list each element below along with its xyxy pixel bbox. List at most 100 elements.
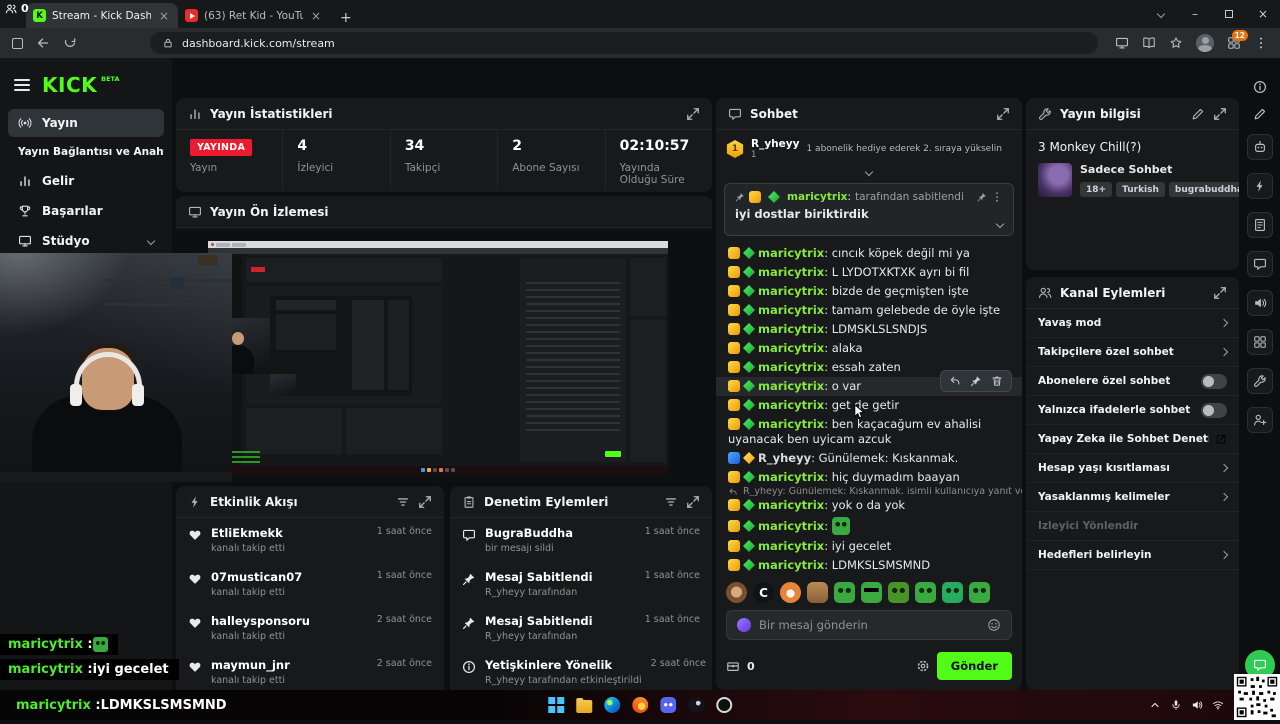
sidebar-item-achievements[interactable]: Başarılar — [8, 197, 164, 225]
layout-button[interactable] — [1247, 329, 1273, 355]
activity-item[interactable]: maymun_jnr kanalı takip etti 2 saat önce — [176, 650, 444, 694]
chat-username[interactable]: maricytrix — [758, 379, 832, 393]
file-explorer-icon[interactable] — [576, 700, 592, 713]
pin-icon[interactable] — [970, 375, 982, 387]
chat-message[interactable]: maricytrixbizde de geçmişten işte — [716, 282, 1022, 301]
new-tab-button[interactable]: + — [330, 10, 362, 28]
delete-icon[interactable] — [991, 375, 1003, 387]
capybara-emote[interactable] — [807, 582, 828, 603]
chat-message[interactable]: maricytrixLDMSKLSLSNDJS — [716, 320, 1022, 339]
browser-menu-icon[interactable] — [1254, 36, 1268, 50]
chat-username[interactable]: maricytrix — [758, 398, 832, 412]
tab-actions-icon[interactable] — [12, 34, 23, 53]
maximize-button[interactable] — [1212, 0, 1246, 28]
chat-message[interactable]: maricytrixget de getir — [716, 396, 1022, 415]
filter-icon[interactable] — [396, 495, 410, 509]
activity-item[interactable]: EtliEkmekk kanalı takip etti 1 saat önce — [176, 518, 444, 562]
pepe-emote-2[interactable] — [861, 582, 882, 603]
network-tray-icon[interactable] — [1212, 699, 1224, 711]
chat-username[interactable]: maricytrix — [758, 322, 832, 336]
back-icon[interactable] — [36, 36, 50, 50]
invite-button[interactable] — [1247, 407, 1273, 433]
chat-message[interactable]: maricytrixiyi gecelet — [716, 537, 1022, 556]
chat-username[interactable]: R_yheyy — [758, 451, 819, 465]
chat-username[interactable]: maricytrix — [758, 284, 832, 298]
tools-button[interactable] — [1247, 368, 1273, 394]
profile-avatar[interactable] — [1196, 34, 1214, 52]
action-banned-words[interactable]: Yasaklanmış kelimeler — [1026, 483, 1239, 512]
chat-message[interactable]: R_yheyyGünülemek: Kıskanmak. — [716, 449, 1022, 468]
volume-tray-icon[interactable] — [1191, 699, 1203, 711]
chat-username[interactable]: maricytrix — [758, 519, 832, 533]
close-window-button[interactable]: × — [1246, 0, 1280, 28]
expand-icon[interactable] — [686, 495, 700, 509]
chat-message[interactable]: maricytrixtamam gelebede de öyle işte — [716, 301, 1022, 320]
windows-start-button[interactable] — [548, 697, 564, 713]
moderation-item[interactable]: Mesaj Sabitlendi R_yheyy tarafından 1 sa… — [450, 562, 712, 606]
chat-username[interactable]: maricytrix — [758, 470, 832, 484]
tab-youtube[interactable]: (63) Ret Kid - YouTube × — [178, 3, 330, 28]
action-subscribers-only[interactable]: Abonelere özel sohbet — [1026, 367, 1239, 396]
emoji-picker-icon[interactable] — [987, 618, 1001, 632]
tag-custom[interactable]: bugrabuddha — [1169, 182, 1239, 197]
moderation-item[interactable]: BugraBuddha bir mesajı sildi 1 saat önce — [450, 518, 712, 562]
chat-message[interactable]: maricytrixyok o da yok — [716, 496, 1022, 515]
edit-icon[interactable] — [1191, 107, 1205, 121]
chat-button[interactable] — [1247, 251, 1273, 277]
action-slow-mode[interactable]: Yavaş mod — [1026, 309, 1239, 338]
cast-icon[interactable] — [1115, 36, 1129, 50]
audio-button[interactable] — [1247, 290, 1273, 316]
pepe-emote-4[interactable] — [915, 582, 936, 603]
expand-icon[interactable] — [996, 107, 1010, 121]
sidebar-item-stream[interactable]: Yayın — [8, 109, 164, 137]
ai-bot-button[interactable] — [1247, 134, 1273, 160]
chat-username[interactable]: maricytrix — [758, 265, 832, 279]
refresh-icon[interactable] — [63, 36, 77, 50]
chat-message[interactable]: maricytrixcıncık köpek değil mi ya — [716, 244, 1022, 263]
activity-item[interactable]: halleysponsoru kanalı takip etti 2 saat … — [176, 606, 444, 650]
chat-username[interactable]: maricytrix — [758, 303, 832, 317]
fox-emote[interactable] — [780, 582, 801, 603]
pepe-emote-1[interactable] — [834, 582, 855, 603]
close-tab-icon[interactable]: × — [157, 9, 171, 23]
collapse-banner-icon[interactable] — [716, 168, 1022, 179]
chat-message-list[interactable]: maricytrixcıncık köpek değil mi ya maric… — [716, 244, 1022, 577]
chat-username[interactable]: maricytrix — [758, 341, 832, 355]
sidebar-item-studio[interactable]: Stüdyo — [8, 227, 164, 255]
chat-settings-icon[interactable] — [916, 659, 930, 673]
tab-kick-dashboard[interactable]: K Stream - Kick Dashboard × — [26, 3, 178, 28]
pinned-message[interactable]: maricytrix tarafından sabitlendi iyi dos… — [724, 183, 1014, 236]
pin-icon[interactable] — [977, 192, 987, 202]
send-button[interactable]: Gönder — [937, 652, 1012, 680]
monkey-emote[interactable] — [726, 582, 747, 603]
edge-browser-icon[interactable] — [604, 697, 620, 713]
edit-icon[interactable] — [1253, 107, 1267, 121]
close-tab-icon[interactable]: × — [309, 9, 323, 23]
kebab-menu-icon[interactable] — [991, 191, 1003, 203]
firefox-icon[interactable] — [632, 697, 648, 713]
tag-18plus[interactable]: 18+ — [1080, 182, 1112, 197]
gift-leaderboard-banner[interactable]: 1 R_yheyy 1 1 abonelik hediye ederek 2. … — [716, 130, 1022, 168]
chat-username[interactable]: maricytrix — [758, 360, 832, 374]
emote-provider-icon[interactable] — [737, 618, 751, 632]
chat-message[interactable]: maricytrixhiç duymadım baayan — [716, 468, 1022, 487]
emotes-only-toggle[interactable] — [1201, 403, 1227, 418]
reading-list-icon[interactable] — [1142, 36, 1156, 50]
filter-icon[interactable] — [664, 495, 678, 509]
kick-logo[interactable]: KICK — [42, 73, 97, 97]
activity-item[interactable]: 07mustican07 kanalı takip etti 1 saat ön… — [176, 562, 444, 606]
expand-icon[interactable] — [1213, 286, 1227, 300]
chat-username[interactable]: maricytrix — [758, 417, 832, 431]
c-emote[interactable]: C — [753, 582, 774, 603]
moderation-item[interactable]: Mesaj Sabitlendi R_yheyy tarafından 1 sa… — [450, 606, 712, 650]
category-thumbnail[interactable] — [1038, 163, 1072, 197]
action-ai-moderation[interactable]: Yapay Zeka ile Sohbet Denetimi — [1026, 425, 1239, 454]
expand-icon[interactable] — [686, 107, 700, 121]
log-button[interactable] — [1247, 212, 1273, 238]
chat-username[interactable]: maricytrix — [758, 498, 832, 512]
microphone-tray-icon[interactable] — [1170, 699, 1182, 711]
action-account-age[interactable]: Hesap yaşı kısıtlaması — [1026, 454, 1239, 483]
chat-message[interactable]: maricytrixben kaçacağum ev ahalisi uyana… — [716, 415, 1022, 449]
pepe-emote-image[interactable] — [832, 517, 850, 535]
discord-icon[interactable] — [660, 697, 676, 713]
